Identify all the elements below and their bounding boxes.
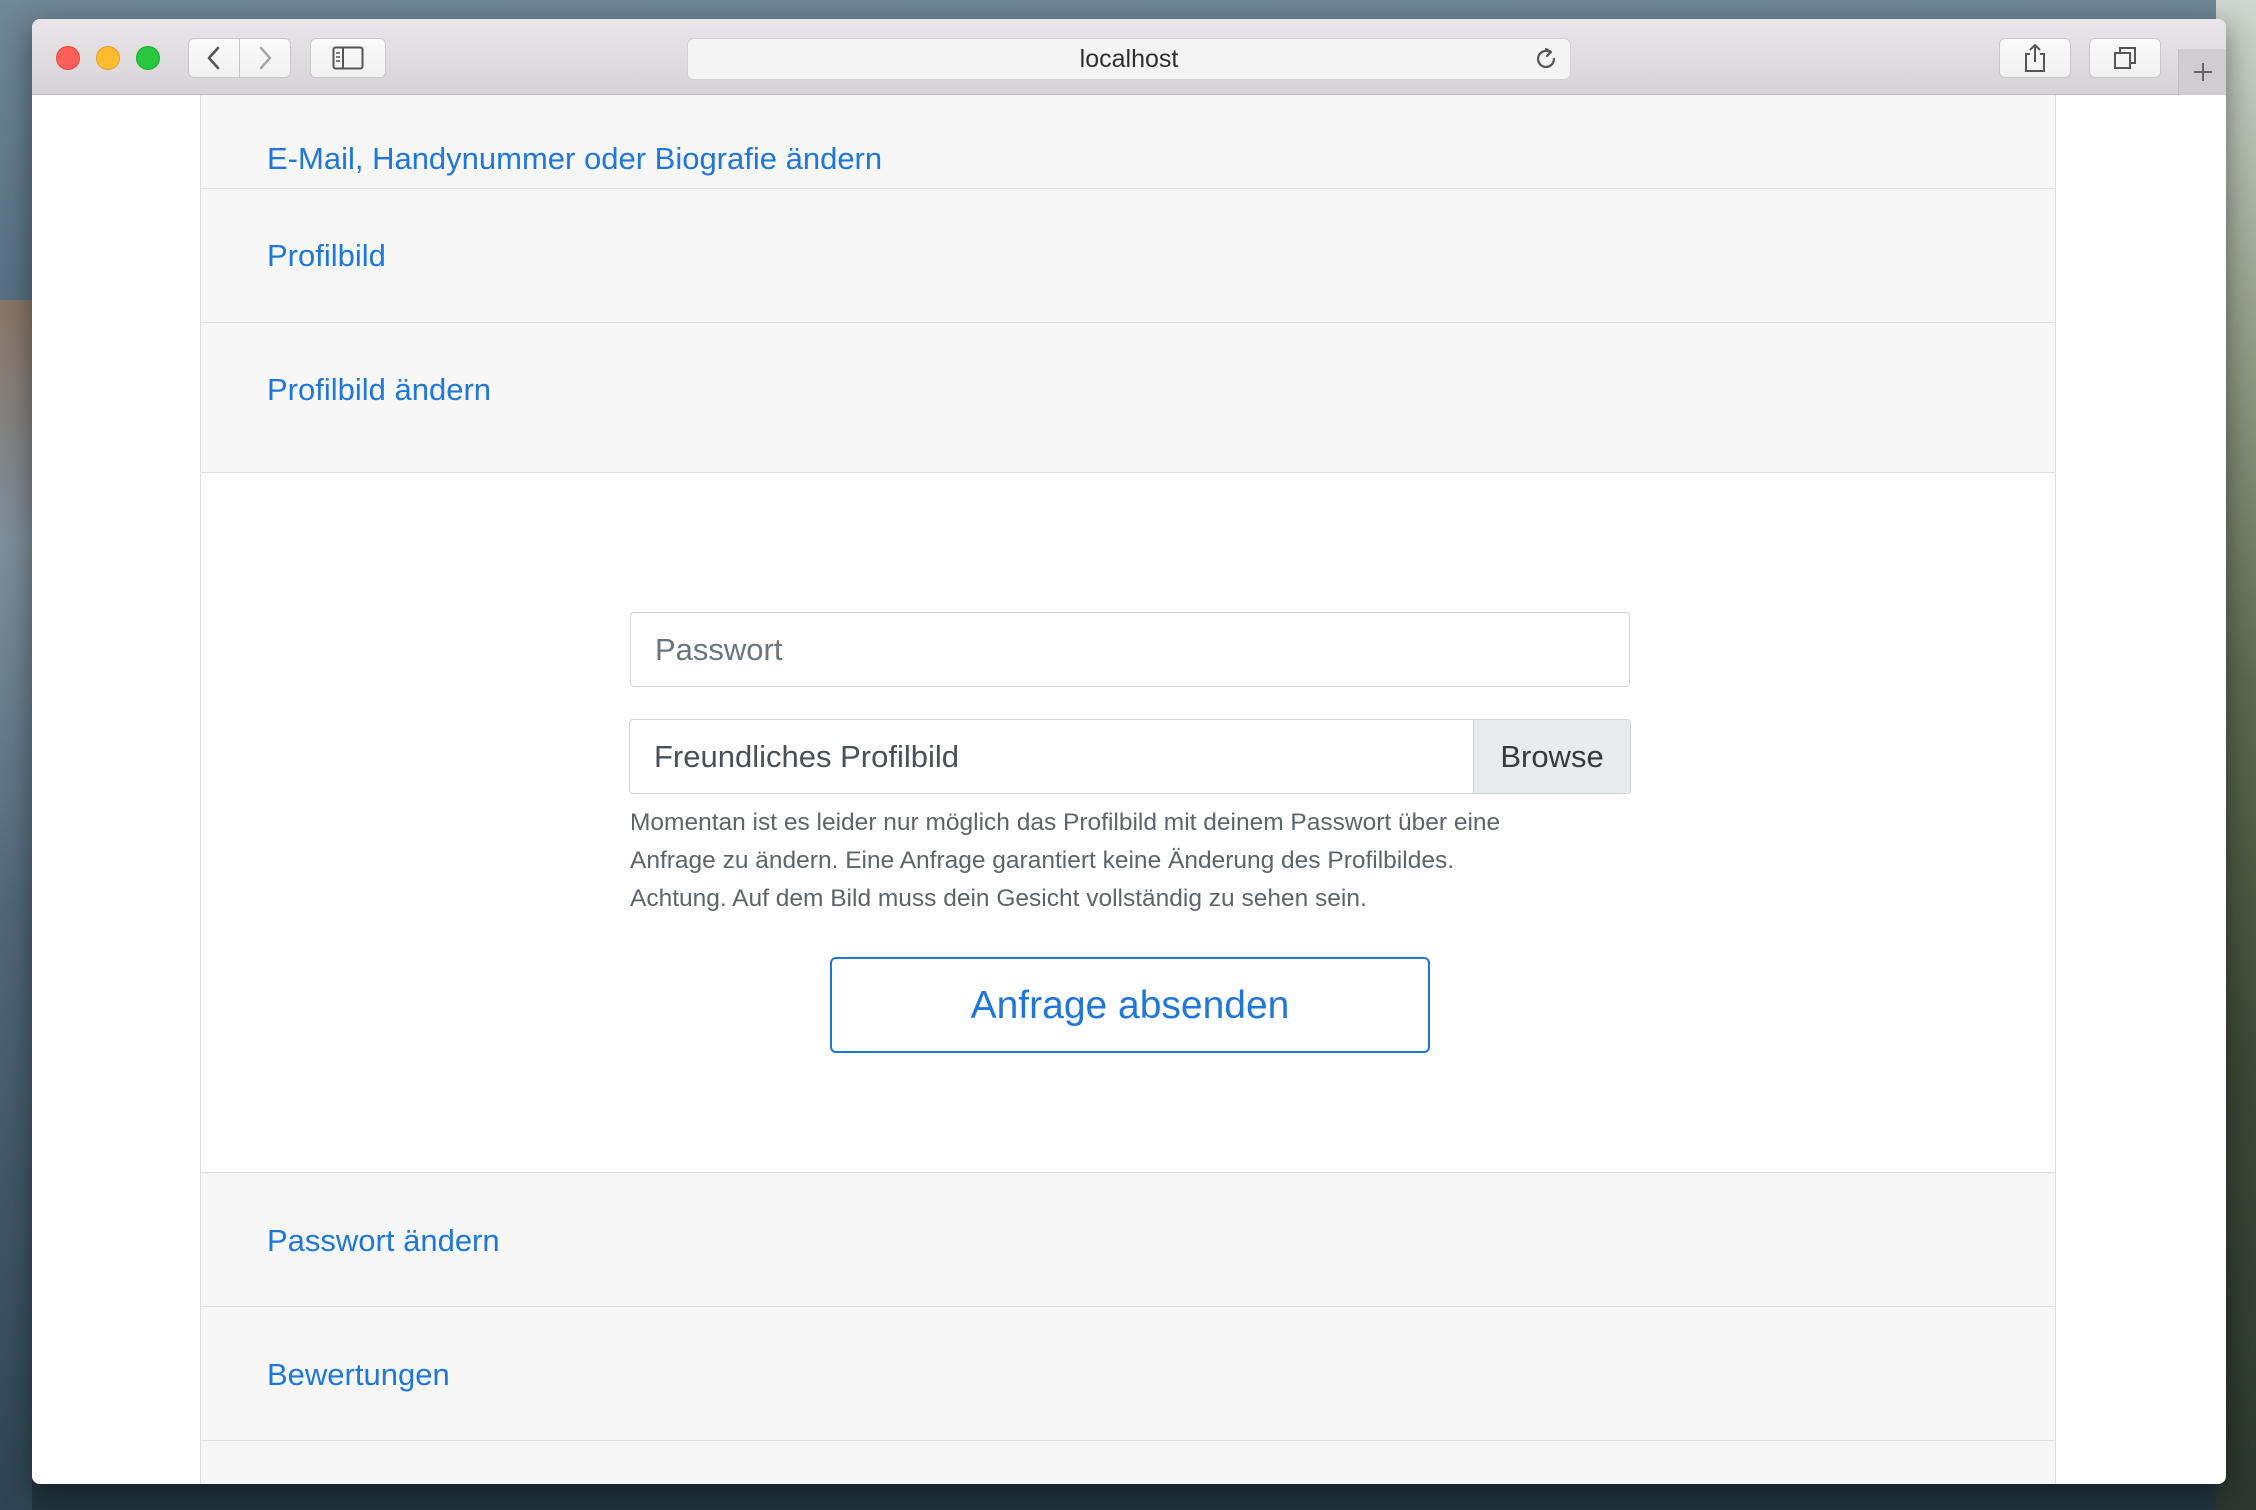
accordion-header-change-password[interactable]: Passwort ändern (201, 1173, 2055, 1307)
forward-button[interactable] (239, 38, 291, 78)
tabs-overview-button[interactable] (2089, 38, 2161, 78)
accordion-header-ratings[interactable]: Bewertungen (201, 1307, 2055, 1441)
maximize-window-button[interactable] (136, 46, 160, 70)
share-icon (2025, 44, 2045, 72)
tabs-overview-icon (2114, 47, 2136, 69)
form-help-text: Momentan ist es leider nur möglich das P… (630, 804, 1640, 918)
chevron-right-icon (259, 46, 272, 70)
sidebar-toggle-button[interactable] (310, 38, 386, 78)
accordion-header-profile-picture[interactable]: Profilbild (201, 189, 2055, 323)
settings-accordion: E-Mail, Handynummer oder Biografie änder… (200, 95, 2056, 1484)
help-text-line: Anfrage zu ändern. Eine Anfrage garantie… (630, 847, 1455, 874)
reload-icon[interactable] (1532, 45, 1560, 73)
accordion-header-change-profile-picture[interactable]: Profilbild ändern (201, 323, 2055, 473)
chevron-left-icon (207, 46, 220, 70)
file-input-label: Freundliches Profilbild (654, 739, 959, 774)
profile-picture-file-input[interactable]: Freundliches Profilbild Browse (629, 719, 1631, 794)
close-window-button[interactable] (56, 46, 80, 70)
accordion-header-contact[interactable]: E-Mail, Handynummer oder Biografie änder… (201, 95, 2055, 189)
address-text: localhost (1079, 45, 1179, 73)
share-button[interactable] (1999, 38, 2071, 78)
desktop-background-left (0, 300, 32, 1510)
help-text-line: Achtung. Auf dem Bild muss dein Gesicht … (630, 885, 1367, 912)
page-content: E-Mail, Handynummer oder Biografie änder… (32, 95, 2226, 1484)
address-bar[interactable]: localhost (687, 38, 1571, 80)
accordion-link-change-password[interactable]: Passwort ändern (267, 1223, 500, 1259)
change-profile-picture-form: Freundliches Profilbild Browse Momentan … (201, 473, 2055, 1173)
accordion-link-change-profile-picture[interactable]: Profilbild ändern (267, 372, 491, 408)
help-text-line: Momentan ist es leider nur möglich das P… (630, 809, 1501, 836)
new-tab-button[interactable] (2178, 49, 2226, 95)
accordion-link-ratings[interactable]: Bewertungen (267, 1357, 450, 1393)
plus-icon (2193, 63, 2212, 81)
browse-button[interactable]: Browse (1473, 720, 1630, 793)
submit-request-button[interactable]: Anfrage absenden (830, 957, 1430, 1053)
accordion-header-next[interactable] (201, 1441, 2055, 1484)
minimize-window-button[interactable] (96, 46, 120, 70)
password-input[interactable] (630, 612, 1630, 687)
sidebar-icon (332, 46, 364, 70)
accordion-link-contact[interactable]: E-Mail, Handynummer oder Biografie änder… (267, 141, 882, 177)
browser-toolbar: localhost (32, 19, 2226, 95)
accordion-link-profile-picture[interactable]: Profilbild (267, 238, 386, 274)
back-button[interactable] (188, 38, 240, 78)
browser-window: localhost E-Mail, Handynummer oder Biogr… (32, 19, 2226, 1484)
